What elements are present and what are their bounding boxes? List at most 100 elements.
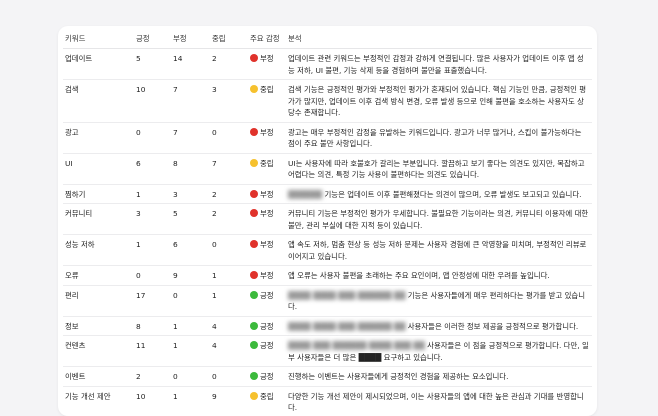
table-row: 오류 0 9 1 부정 앱 오류는 사용자 불편을 초래하는 주요 요인이며, 앱 안정성… [63,265,592,286]
keyword-cell: 이벤트 [63,366,134,387]
neutral-count: 9 [210,386,248,416]
analysis-text: 사용자들은 이러한 정보 제공을 긍정적으로 평가합니다. [407,321,579,331]
keyword-cell: 성능 저하 [63,234,134,266]
positive-count: 11 [134,335,171,367]
redacted-text: ████ ███ ██████ ████ ███ ██ [288,341,425,350]
analysis-cell: 앱 오류는 사용자 불편을 초래하는 주요 요인이며, 앱 안정성에 대한 우려… [286,265,592,286]
emotion-label: 긍정 [260,372,274,381]
positive-count: 0 [134,265,171,286]
table-row: 이벤트 2 0 0 긍정 진행하는 이벤트는 사용자들에게 긍정적인 경험을 제공하는 요… [63,366,592,387]
emotion-label: 부정 [260,127,274,137]
analysis-text: 업데이트 관련 키워드는 부정적인 감정과 강하게 연결됩니다. 많은 사용자가… [288,54,584,75]
analysis-text: 앱 오류는 사용자 불편을 초래하는 주요 요인이며, 앱 안정성에 대한 우려… [288,271,550,280]
analysis-text: 광고는 매우 부정적인 감정을 유발하는 키워드입니다. 광고가 너무 많거나,… [288,127,582,149]
neutral-count: 2 [210,184,248,204]
neutral-emoji-icon [250,158,258,167]
neutral-count: 4 [210,335,248,367]
analysis-cell: 커뮤니티 기능은 부정적인 평가가 우세합니다. 불필요한 기능이라는 의견, … [286,203,592,235]
analysis-text: 커뮤니티 기능은 부정적인 평가가 우세합니다. 불필요한 기능이라는 의견, … [288,209,589,230]
neutral-count: 0 [210,366,248,387]
header-main-emotion: 주요 감정 [248,29,286,49]
analysis-card: 키워드 긍정 부정 중립 주요 감정 분석 업데이트 5 14 2 부정 업데이트 관련 … [58,26,597,416]
negative-count: 1 [171,386,210,416]
analysis-cell: 앱 속도 저하, 멈춤 현상 등 성능 저하 문제는 사용자 경험에 큰 악영향… [286,234,592,266]
main-emotion-cell: 부정 [248,234,286,266]
analysis-cell: 다양한 기능 개선 제안이 제시되었으며, 이는 사용자들의 앱에 대한 높은 … [286,386,592,416]
analysis-cell: ████ ███ ██████ ████ ███ ██ 사용자들은 이 점을 긍… [286,335,592,367]
positive-emoji-icon [250,372,258,380]
main-emotion-cell: 긍정 [248,316,286,336]
negative-count: 3 [171,184,210,204]
emotion-label: 긍정 [260,290,274,300]
positive-count: 1 [134,234,171,266]
redacted-text: ████ ████ ███ ██████ ██ [288,321,406,331]
main-emotion-cell: 부정 [248,48,286,80]
positive-count: 17 [134,285,171,317]
table-row: 업데이트 5 14 2 부정 업데이트 관련 키워드는 부정적인 감정과 강하게 연결됩니… [63,48,592,80]
emotion-label: 부정 [260,271,274,280]
positive-count: 5 [134,48,171,80]
main-emotion-cell: 부정 [248,184,286,204]
table-row: 컨텐츠 11 1 4 긍정 ████ ███ ██████ ████ ███ ██ 사용자… [63,335,592,367]
analysis-cell: 진행하는 이벤트는 사용자들에게 긍정적인 경험을 제공하는 요소입니다. [286,366,592,387]
keyword-sentiment-table: 키워드 긍정 부정 중립 주요 감정 분석 업데이트 5 14 2 부정 업데이트 관련 … [63,29,592,416]
neutral-count: 3 [210,79,248,123]
table-row: 검색 10 7 3 중립 검색 기능은 긍정적인 평가와 부정적인 평가가 혼재되어 있습… [63,79,592,123]
positive-count: 0 [134,122,171,154]
negative-count: 0 [171,285,210,317]
negative-emoji-icon [250,54,258,62]
keyword-cell: 정보 [63,316,134,336]
keyword-cell: 컨텐츠 [63,335,134,367]
emotion-label: 긍정 [260,341,274,350]
analysis-text: 검색 기능은 긍정적인 평가와 부정적인 평가가 혼재되어 있습니다. 핵심 기… [288,85,587,117]
negative-emoji-icon [250,240,258,248]
negative-emoji-icon [250,271,258,279]
negative-emoji-icon [250,209,258,217]
analysis-text: 앱 속도 저하, 멈춤 현상 등 성능 저하 문제는 사용자 경험에 큰 악영향… [288,240,587,261]
analysis-cell: ████ ████ ███ ██████ ██ 기능은 사용자들에게 매우 편리… [286,285,592,317]
positive-emoji-icon [250,341,258,349]
main-emotion-cell: 긍정 [248,285,286,317]
keyword-cell: UI [63,153,134,185]
table-row: 성능 저하 1 6 0 부정 앱 속도 저하, 멈춤 현상 등 성능 저하 문제는 사용자… [63,234,592,266]
negative-count: 8 [171,153,210,185]
redacted-text: ██████ [288,189,323,199]
emotion-label: 부정 [260,209,274,218]
redacted-text: ████ ████ ███ ██████ ██ [288,290,406,300]
analysis-cell: 업데이트 관련 키워드는 부정적인 감정과 강하게 연결됩니다. 많은 사용자가… [286,48,592,80]
header-neutral: 중립 [210,29,248,49]
main-emotion-cell: 부정 [248,122,286,154]
positive-emoji-icon [250,321,258,330]
negative-count: 6 [171,234,210,266]
main-emotion-cell: 부정 [248,265,286,286]
table-row: 편리 17 0 1 긍정 ████ ████ ███ ██████ ██ 기능은 사용자들… [63,285,592,317]
table-header-row: 키워드 긍정 부정 중립 주요 감정 분석 [63,29,592,49]
negative-count: 1 [171,335,210,367]
table-row: 정보 8 1 4 긍정 ████ ████ ███ ██████ ██ 사용자들은 이러한… [63,316,592,336]
negative-emoji-icon [250,127,258,136]
table-row: 커뮤니티 3 5 2 부정 커뮤니티 기능은 부정적인 평가가 우세합니다. 불필요한 기… [63,203,592,235]
neutral-count: 0 [210,122,248,154]
header-positive: 긍정 [134,29,171,49]
neutral-count: 2 [210,203,248,235]
negative-count: 7 [171,79,210,123]
emotion-label: 긍정 [260,321,274,331]
keyword-cell: 검색 [63,79,134,123]
neutral-emoji-icon [250,85,258,93]
neutral-count: 0 [210,234,248,266]
header-analysis: 분석 [286,29,592,49]
table-row: 찜하기 1 3 2 부정 ██████ 기능은 업데이트 이후 불편해졌다는 의견이 많으… [63,184,592,204]
table-row: 기능 개선 제안 10 1 9 중립 다양한 기능 개선 제안이 제시되었으며, 이는 사… [63,386,592,416]
negative-count: 5 [171,203,210,235]
analysis-text: UI는 사용자에 따라 호불호가 갈리는 부분입니다. 깔끔하고 보기 좋다는 … [288,158,585,180]
analysis-cell: 검색 기능은 긍정적인 평가와 부정적인 평가가 혼재되어 있습니다. 핵심 기… [286,79,592,123]
negative-count: 9 [171,265,210,286]
emotion-label: 중립 [260,158,274,168]
table-row: 광고 0 7 0 부정 광고는 매우 부정적인 감정을 유발하는 키워드입니다. 광고가 … [63,122,592,154]
header-negative: 부정 [171,29,210,49]
main-emotion-cell: 긍정 [248,366,286,387]
positive-count: 1 [134,184,171,204]
negative-count: 7 [171,122,210,154]
analysis-cell: ████ ████ ███ ██████ ██ 사용자들은 이러한 정보 제공을… [286,316,592,336]
positive-emoji-icon [250,290,258,299]
